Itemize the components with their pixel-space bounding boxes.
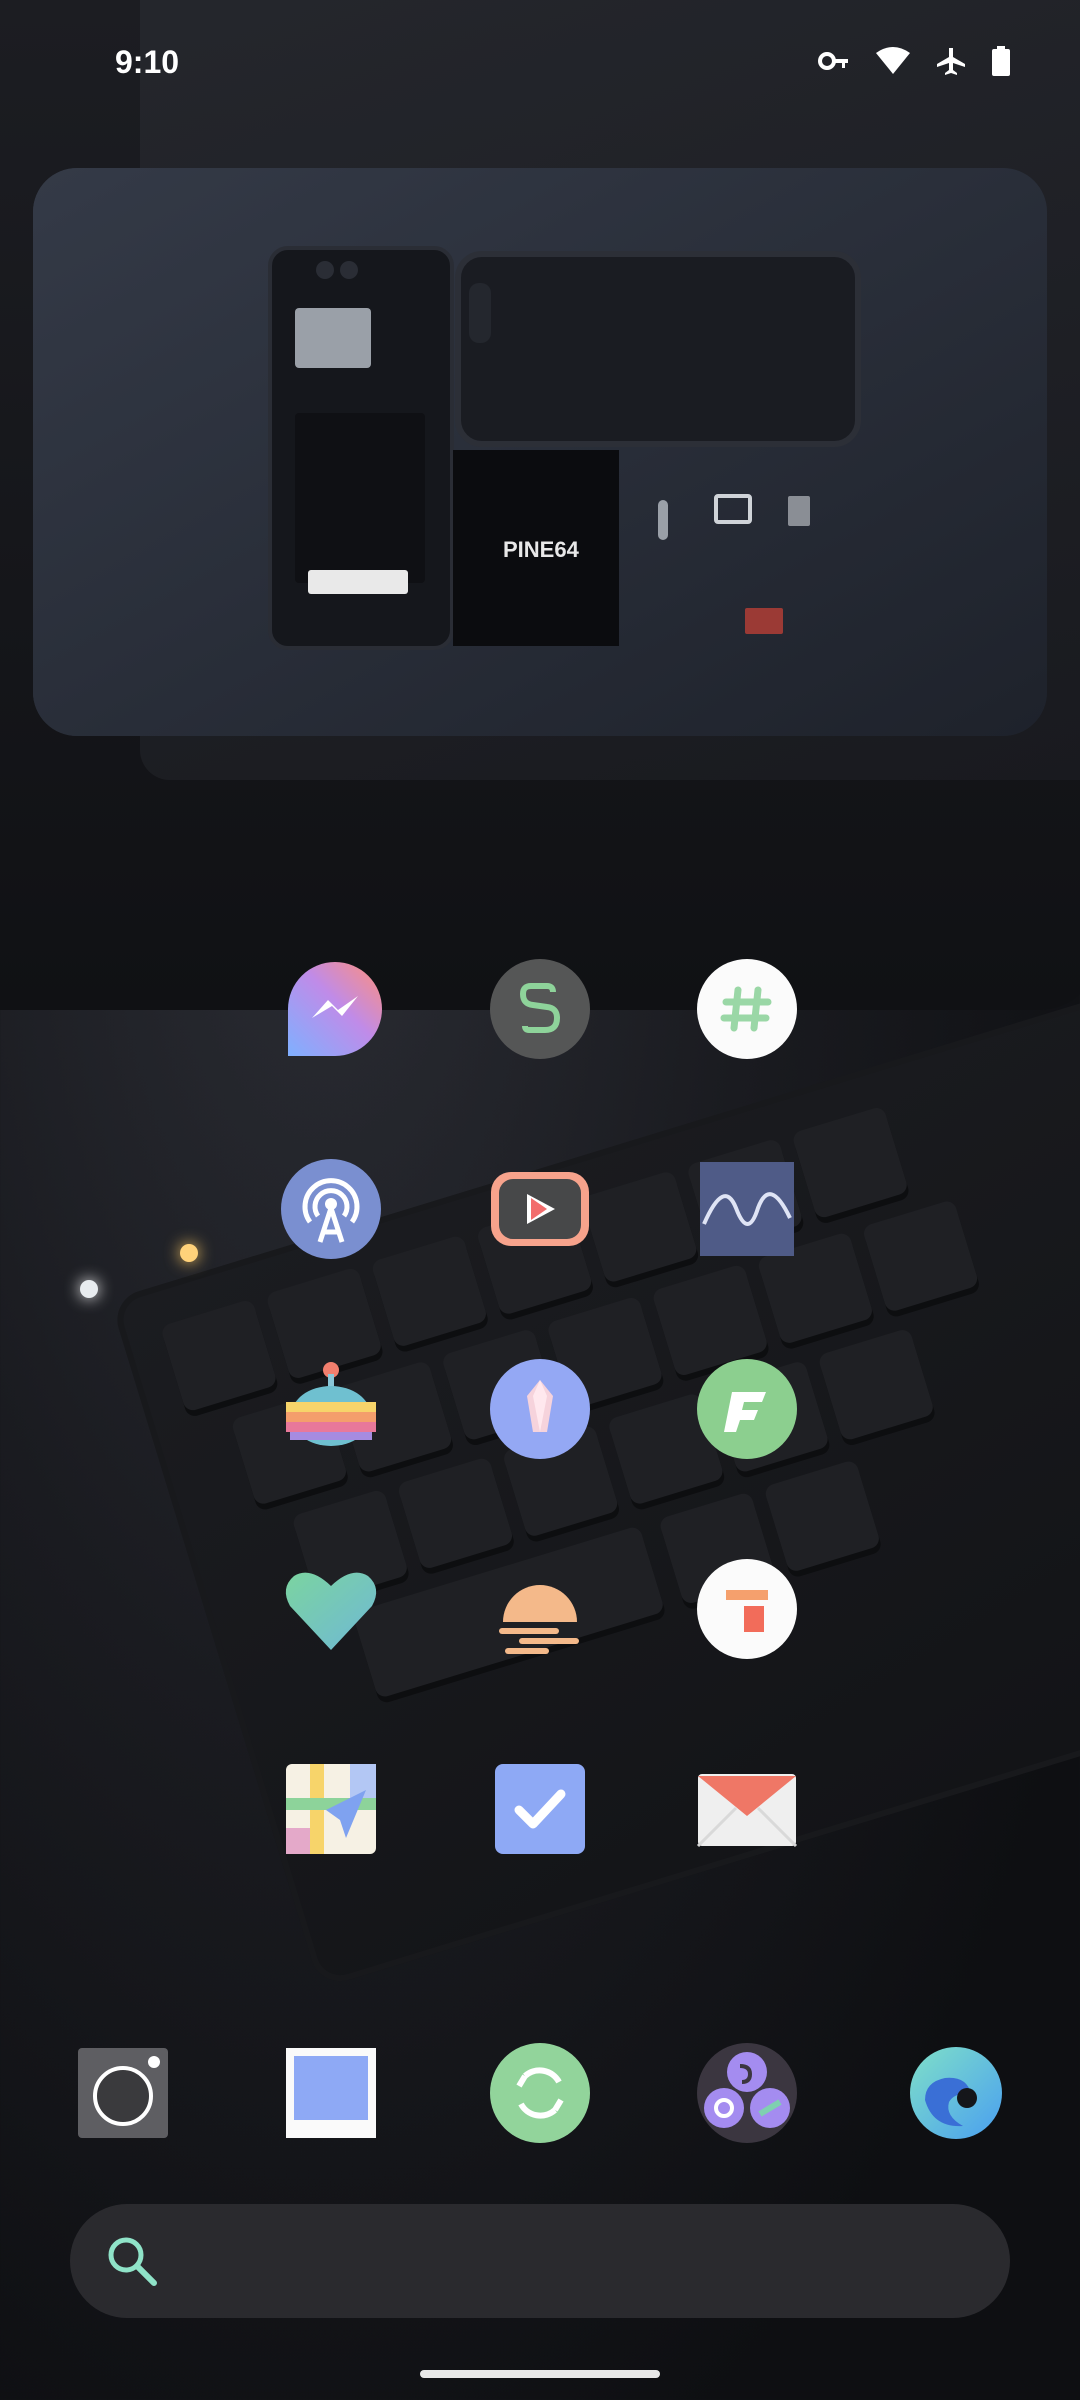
rainbow-robot-app-icon[interactable] — [280, 1358, 382, 1460]
wallpaper-led — [80, 1280, 98, 1298]
g-slides-app-icon[interactable] — [696, 1558, 798, 1660]
heart-health-app-icon[interactable] — [280, 1558, 382, 1660]
wallpaper-led — [180, 1244, 198, 1262]
edge-browser-app-icon[interactable] — [905, 2042, 1007, 2144]
battery-icon — [992, 46, 1010, 81]
maps-app-icon[interactable] — [280, 1758, 382, 1860]
status-bar: 9:10 — [0, 0, 1080, 130]
wallpaper-keyboard — [110, 978, 1080, 1989]
tasks-app-icon[interactable] — [489, 1758, 591, 1860]
sync-app-icon[interactable] — [489, 2042, 591, 2144]
f-droid-like-app-icon[interactable] — [696, 1358, 798, 1460]
video-player-app-icon[interactable] — [489, 1158, 591, 1260]
camera-app-icon[interactable] — [72, 2042, 174, 2144]
messenger-app-icon[interactable] — [284, 958, 386, 1060]
pine64-battery-label: PINE64 — [503, 537, 580, 562]
photo-widget[interactable]: PINE64 — [33, 168, 1047, 736]
folder-app-icon[interactable] — [696, 2042, 798, 2144]
status-icons — [818, 46, 1010, 81]
status-clock: 9:10 — [115, 44, 180, 80]
podcast-app-icon[interactable] — [280, 1158, 382, 1260]
gesture-nav-handle[interactable] — [420, 2370, 660, 2378]
wifi-icon — [876, 47, 910, 80]
sunset-app-icon[interactable] — [489, 1558, 591, 1660]
vpn-key-icon — [818, 49, 850, 78]
search-input[interactable] — [180, 2224, 984, 2300]
search-icon — [108, 2237, 157, 2286]
audio-wave-app-icon[interactable] — [696, 1158, 798, 1260]
crystal-app-icon[interactable] — [489, 1358, 591, 1460]
airplane-mode-icon — [936, 46, 966, 81]
signal-like-app-icon[interactable] — [489, 958, 591, 1060]
mail-app-icon[interactable] — [696, 1758, 798, 1860]
slack-like-app-icon[interactable] — [696, 958, 798, 1060]
photo-widget-image: PINE64 — [33, 168, 1047, 736]
search-bar[interactable] — [70, 2204, 1010, 2318]
gallery-app-icon[interactable] — [280, 2042, 382, 2144]
